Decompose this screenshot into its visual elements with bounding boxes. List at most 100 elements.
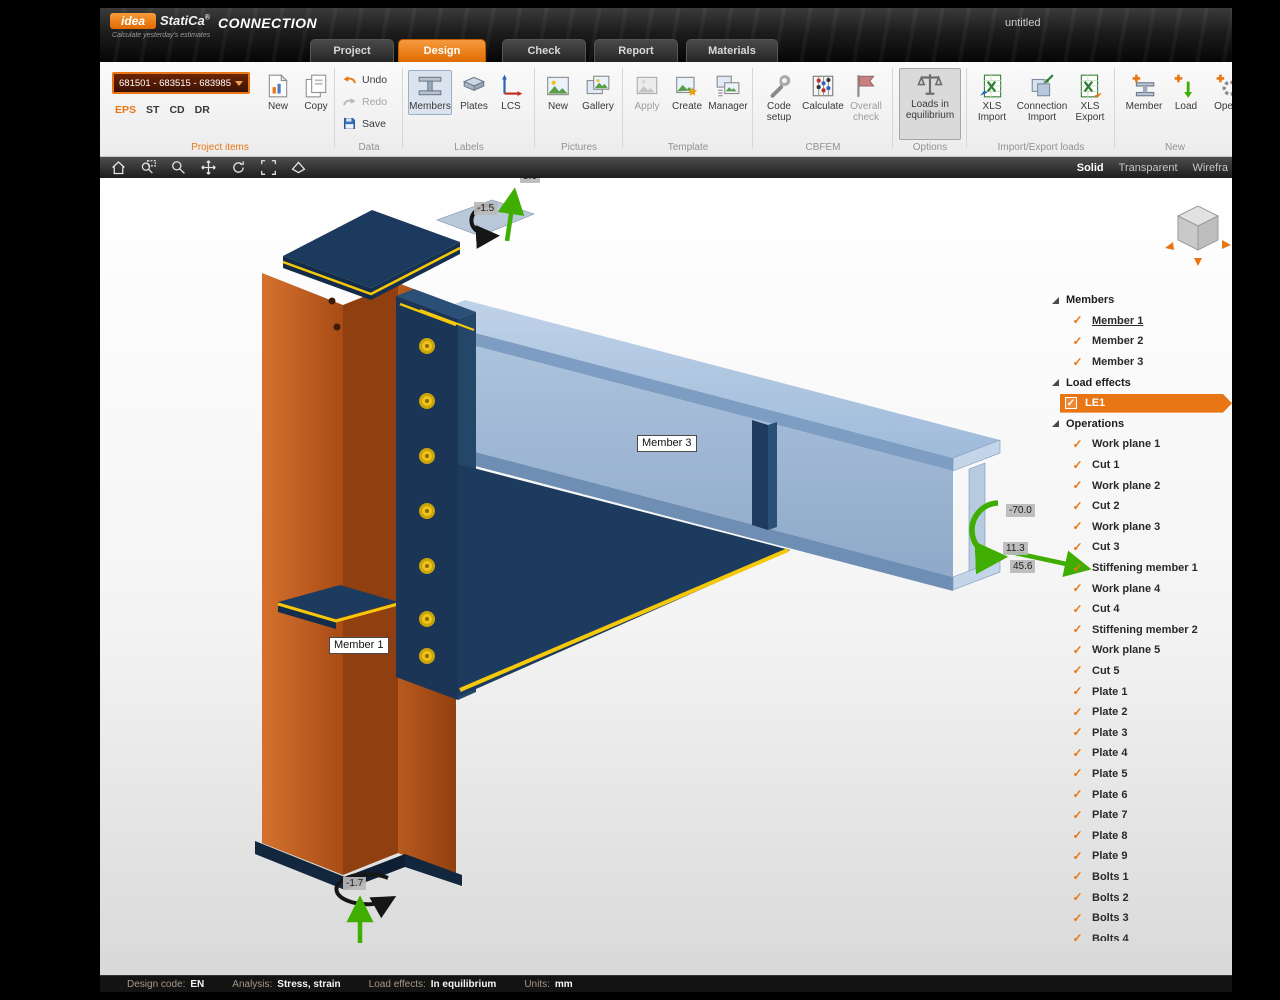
checkbox-checked-icon[interactable]	[1071, 788, 1084, 801]
picture-gallery-button[interactable]: Gallery	[578, 70, 618, 115]
template-manager-button[interactable]: Manager	[708, 70, 748, 115]
tree-item-work-plane-4[interactable]: Work plane 4	[1048, 578, 1232, 599]
rotate-view-icon[interactable]	[230, 159, 247, 176]
checkbox-checked-icon[interactable]	[1071, 582, 1084, 595]
tree-item-member-2[interactable]: Member 2	[1048, 331, 1232, 352]
redo-button[interactable]: Redo	[342, 95, 387, 108]
new-load-button[interactable]: Load	[1170, 70, 1202, 115]
tree-item-cut-1[interactable]: Cut 1	[1048, 455, 1232, 476]
tree-item-stiffening-member-2[interactable]: Stiffening member 2	[1048, 620, 1232, 641]
tree-item-plate-8[interactable]: Plate 8	[1048, 825, 1232, 846]
collapse-triangle-icon[interactable]	[1052, 420, 1059, 427]
project-items-dropdown[interactable]: 681501 - 683515 - 683985	[112, 72, 250, 94]
tree-item-cut-5[interactable]: Cut 5	[1048, 661, 1232, 682]
code-eps[interactable]: EPS	[115, 104, 136, 116]
checkbox-checked-icon[interactable]	[1071, 356, 1084, 369]
view-cube[interactable]	[1165, 206, 1231, 266]
checkbox-checked-icon[interactable]	[1071, 500, 1084, 513]
zoom-icon[interactable]	[170, 159, 187, 176]
checkbox-checked-icon[interactable]	[1071, 603, 1084, 616]
pan-icon[interactable]	[200, 159, 217, 176]
tab-project[interactable]: Project	[310, 39, 394, 62]
tree-item-work-plane-1[interactable]: Work plane 1	[1048, 434, 1232, 455]
checkbox-checked-icon[interactable]	[1071, 541, 1084, 554]
tree-item-bolts-3[interactable]: Bolts 3	[1048, 908, 1232, 929]
tree-item-work-plane-3[interactable]: Work plane 3	[1048, 517, 1232, 538]
collapse-triangle-icon[interactable]	[1052, 297, 1059, 304]
overall-check-button[interactable]: Overall check	[844, 70, 888, 126]
tree-section-load-effects[interactable]: Load effects	[1048, 372, 1232, 393]
checkbox-checked-icon[interactable]	[1071, 479, 1084, 492]
connection-import-button[interactable]: Connection Import	[1014, 70, 1070, 126]
checkbox-checked-icon[interactable]	[1071, 891, 1084, 904]
labels-members-toggle[interactable]: Members	[408, 70, 452, 115]
checkbox-checked-icon[interactable]	[1071, 850, 1084, 863]
tab-materials[interactable]: Materials	[686, 39, 778, 62]
tree-item-bolts-1[interactable]: Bolts 1	[1048, 867, 1232, 888]
new-operation-button[interactable]: Opera	[1206, 70, 1232, 115]
tree-item-plate-4[interactable]: Plate 4	[1048, 743, 1232, 764]
render-mode-solid[interactable]: Solid	[1077, 162, 1104, 174]
checkbox-checked-icon[interactable]	[1071, 335, 1084, 348]
tree-item-bolts-4[interactable]: Bolts 4	[1048, 928, 1232, 941]
zoom-fit-icon[interactable]	[260, 159, 277, 176]
checkbox-checked-icon[interactable]	[1071, 809, 1084, 822]
zoom-window-icon[interactable]	[140, 159, 157, 176]
code-dr[interactable]: DR	[195, 104, 210, 116]
code-st[interactable]: ST	[146, 104, 159, 116]
checkbox-checked-icon[interactable]	[1071, 912, 1084, 925]
checkbox-checked-icon[interactable]	[1071, 726, 1084, 739]
tree-section-members[interactable]: Members	[1048, 290, 1232, 311]
xls-export-button[interactable]: XLS Export	[1070, 70, 1110, 126]
tree-section-operations[interactable]: Operations	[1048, 414, 1232, 435]
tree-item-work-plane-2[interactable]: Work plane 2	[1048, 475, 1232, 496]
checkbox-checked-icon[interactable]	[1071, 706, 1084, 719]
member-3-label[interactable]: Member 3	[637, 435, 697, 452]
picture-new-button[interactable]: New	[540, 70, 576, 115]
tree-item-cut-2[interactable]: Cut 2	[1048, 496, 1232, 517]
checkbox-checked-icon[interactable]	[1071, 562, 1084, 575]
tab-design[interactable]: Design	[398, 39, 486, 62]
code-cd[interactable]: CD	[169, 104, 184, 116]
tree-item-cut-4[interactable]: Cut 4	[1048, 599, 1232, 620]
clipping-plane-icon[interactable]	[290, 159, 307, 176]
labels-lcs-toggle[interactable]: LCS	[494, 70, 528, 115]
checkbox-checked-icon[interactable]	[1071, 459, 1084, 472]
tab-check[interactable]: Check	[502, 39, 586, 62]
tree-item-plate-1[interactable]: Plate 1	[1048, 681, 1232, 702]
tree-item-plate-5[interactable]: Plate 5	[1048, 764, 1232, 785]
checkbox-checked-icon[interactable]	[1071, 664, 1084, 677]
checkbox-checked-icon[interactable]	[1071, 767, 1084, 780]
loads-in-equilibrium-toggle[interactable]: Loads in equilibrium	[899, 68, 961, 140]
template-create-button[interactable]: Create	[668, 70, 706, 115]
tab-report[interactable]: Report	[594, 39, 678, 62]
checkbox-checked-icon[interactable]	[1071, 520, 1084, 533]
new-member-button[interactable]: Member	[1122, 70, 1166, 115]
le1-active-banner[interactable]: LE1	[1060, 394, 1232, 413]
tree-item-work-plane-5[interactable]: Work plane 5	[1048, 640, 1232, 661]
tree-item-stiffening-member-1[interactable]: Stiffening member 1	[1048, 558, 1232, 579]
tree-item-plate-9[interactable]: Plate 9	[1048, 846, 1232, 867]
tree-item-cut-3[interactable]: Cut 3	[1048, 537, 1232, 558]
checkbox-checked-icon[interactable]	[1071, 685, 1084, 698]
collapse-triangle-icon[interactable]	[1052, 379, 1059, 386]
tree-item-member-3[interactable]: Member 3	[1048, 352, 1232, 373]
render-mode-transparent[interactable]: Transparent	[1119, 162, 1178, 174]
calculate-button[interactable]: Calculate	[802, 70, 844, 115]
checkbox-checked-icon[interactable]	[1065, 397, 1077, 409]
checkbox-checked-icon[interactable]	[1071, 644, 1084, 657]
checkbox-checked-icon[interactable]	[1071, 438, 1084, 451]
copy-project-item-button[interactable]: Copy	[298, 70, 334, 115]
tree-item-plate-3[interactable]: Plate 3	[1048, 722, 1232, 743]
checkbox-checked-icon[interactable]	[1071, 932, 1084, 941]
tree-item-plate-2[interactable]: Plate 2	[1048, 702, 1232, 723]
render-mode-wireframe[interactable]: Wirefra	[1193, 162, 1228, 174]
save-button[interactable]: Save	[342, 117, 386, 130]
tree-item-bolts-2[interactable]: Bolts 2	[1048, 887, 1232, 908]
checkbox-checked-icon[interactable]	[1071, 870, 1084, 883]
labels-plates-toggle[interactable]: Plates	[456, 70, 492, 115]
new-project-item-button[interactable]: New	[260, 70, 296, 115]
checkbox-checked-icon[interactable]	[1071, 314, 1084, 327]
undo-button[interactable]: Undo	[342, 73, 387, 86]
checkbox-checked-icon[interactable]	[1071, 829, 1084, 842]
